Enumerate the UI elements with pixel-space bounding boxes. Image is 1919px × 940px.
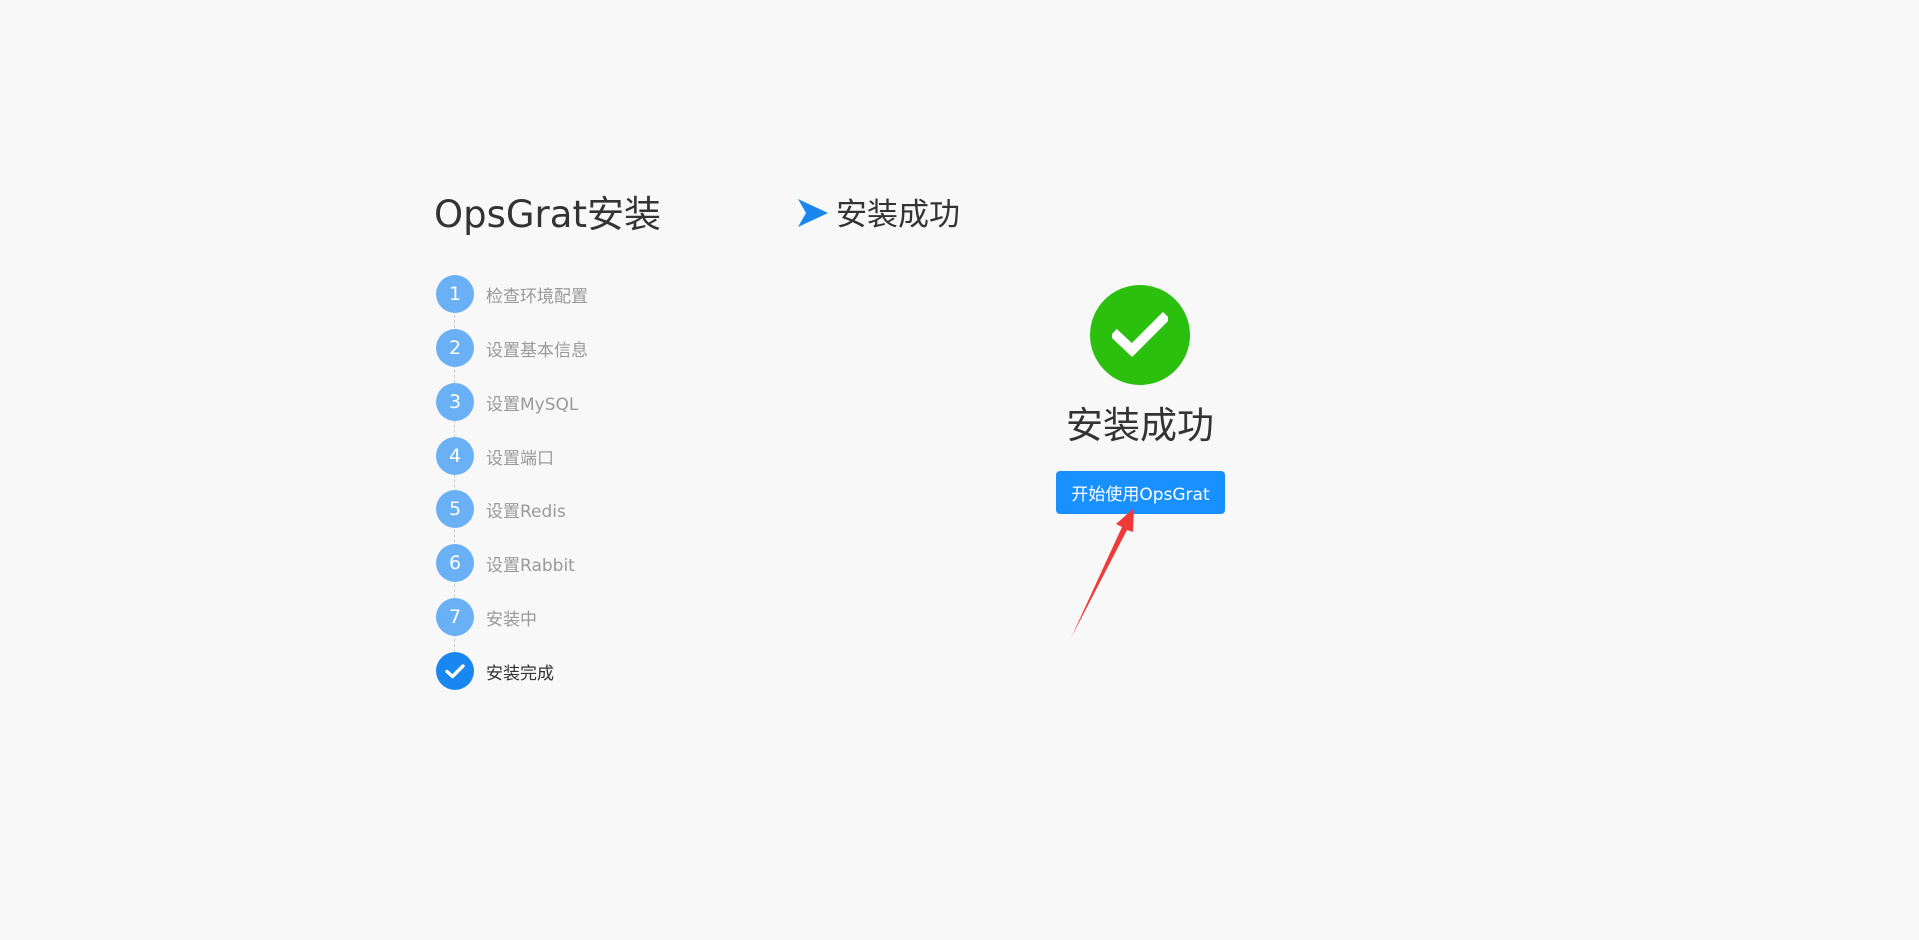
check-icon (436, 652, 474, 690)
step-number: 4 (436, 437, 474, 475)
step-label: 安装中 (486, 609, 537, 630)
check-circle-icon (1090, 285, 1190, 385)
step-number: 2 (436, 329, 474, 367)
install-page: OpsGrat安装 1 检查环境配置 2 设置基本信息 3 设置MySQL 4 … (0, 0, 1919, 940)
step-7: 7 安装中 (436, 598, 537, 636)
step-label: 设置端口 (486, 448, 554, 469)
step-1: 1 检查环境配置 (436, 275, 588, 313)
step-label: 安装完成 (486, 663, 554, 684)
install-steps: 1 检查环境配置 2 设置基本信息 3 设置MySQL 4 设置端口 5 设置R… (436, 275, 676, 695)
start-using-button[interactable]: 开始使用OpsGrat (1056, 471, 1225, 514)
success-title: 安装成功 (1066, 404, 1214, 447)
annotation-arrow-icon (1071, 508, 1134, 638)
step-2: 2 设置基本信息 (436, 329, 588, 367)
step-number: 7 (436, 598, 474, 636)
step-6: 6 设置Rabbit (436, 544, 575, 582)
step-5: 5 设置Redis (436, 490, 566, 528)
step-number: 1 (436, 275, 474, 313)
section-title: 安装成功 (836, 197, 960, 233)
arrow-right-icon (796, 196, 830, 234)
step-label: 设置基本信息 (486, 340, 588, 361)
step-4: 4 设置端口 (436, 437, 554, 475)
step-label: 检查环境配置 (486, 286, 588, 307)
step-label: 设置MySQL (486, 394, 579, 415)
app-title: OpsGrat安装 (434, 193, 661, 236)
step-3: 3 设置MySQL (436, 383, 578, 421)
step-8: 安装完成 (436, 652, 554, 690)
step-label: 设置Rabbit (486, 555, 575, 576)
section-header: 安装成功 (796, 195, 960, 235)
step-number: 5 (436, 490, 474, 528)
step-label: 设置Redis (486, 501, 566, 522)
step-number: 3 (436, 383, 474, 421)
step-number: 6 (436, 544, 474, 582)
